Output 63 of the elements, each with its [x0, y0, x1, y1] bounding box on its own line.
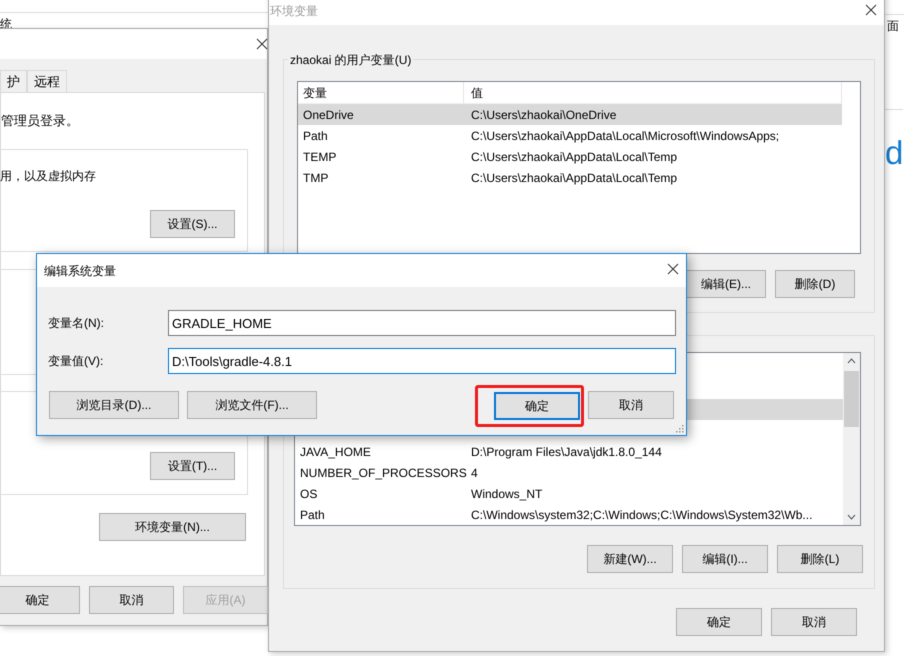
- variable-name: TMP: [302, 170, 330, 186]
- variable-value: D:\Program Files\Java\jdk1.8.0_144: [470, 444, 662, 460]
- variable-value: C:\Users\zhaokai\OneDrive: [470, 106, 616, 124]
- variable-name: OS: [299, 486, 318, 502]
- scrollbar[interactable]: [843, 353, 860, 525]
- list-row[interactable]: JAVA_HOME D:\Program Files\Java\jdk1.8.0_144: [295, 441, 843, 462]
- list-row[interactable]: Path C:\Users\zhaokai\AppData\Local\Microsoft\WindowsApps;: [298, 125, 842, 146]
- variable-name: NUMBER_OF_PROCESSORS: [299, 464, 464, 482]
- dialog-button[interactable]: 取消: [588, 391, 674, 419]
- tab[interactable]: 远程: [27, 70, 67, 93]
- close-icon[interactable]: [256, 38, 268, 50]
- window-title: 环境变量: [270, 3, 318, 20]
- column-header[interactable]: 变量: [298, 82, 464, 103]
- variable-value: C:\Users\zhaokai\AppData\Local\Microsoft\WindowsApps;: [470, 128, 780, 144]
- close-icon[interactable]: [865, 4, 877, 16]
- info-text: 管理员登录。: [1, 112, 79, 130]
- variable-value: 4: [470, 464, 478, 482]
- list-row[interactable]: NUMBER_OF_PROCESSORS 4: [295, 462, 843, 483]
- variable-name: Path: [302, 128, 329, 144]
- dialog-button[interactable]: 浏览文件(F)...: [187, 391, 317, 419]
- description-text: 用，以及虚拟内存: [0, 168, 96, 185]
- dialog-button[interactable]: 浏览目录(D)...: [49, 391, 179, 419]
- list-row[interactable]: OS Windows_NT: [295, 483, 843, 504]
- list-row[interactable]: OneDrive C:\Users\zhaokai\OneDrive: [298, 104, 842, 125]
- variable-value: C:\Users\zhaokai\AppData\Local\Temp: [470, 148, 678, 166]
- input-field[interactable]: D:\Tools\gradle-4.8.1: [168, 348, 676, 374]
- scrollbar-thumb[interactable]: [844, 371, 859, 427]
- list-row[interactable]: TEMP C:\Users\zhaokai\AppData\Local\Temp: [298, 146, 842, 167]
- window-label: 面: [887, 18, 899, 35]
- list-row[interactable]: TMP C:\Users\zhaokai\AppData\Local\Temp: [298, 167, 842, 188]
- dialog-button[interactable]: 编辑(I)...: [682, 545, 768, 573]
- column-header[interactable]: 值: [464, 82, 842, 103]
- close-icon[interactable]: [667, 263, 679, 275]
- variable-value: Windows_NT: [470, 486, 542, 502]
- dialog-button[interactable]: 删除(L): [777, 545, 863, 573]
- field-label: 变量名(N):: [48, 315, 105, 332]
- dialog-button[interactable]: 删除(D): [775, 270, 855, 298]
- tab[interactable]: 护: [0, 70, 27, 93]
- variable-value: C:\Windows\system32;C:\Windows;C:\Windows\System32\Wb...: [470, 506, 812, 524]
- variable-name: OneDrive: [302, 106, 355, 124]
- dialog-button[interactable]: 取消: [771, 608, 857, 636]
- variable-name: Path: [299, 506, 326, 524]
- logo-text: d: [885, 133, 904, 173]
- dialog-button[interactable]: 取消: [89, 586, 174, 614]
- variable-name: JAVA_HOME: [299, 444, 372, 460]
- environment-variables-button[interactable]: 环境变量(N)...: [99, 513, 246, 541]
- input-field[interactable]: GRADLE_HOME: [168, 310, 676, 336]
- window-title: 编辑系统变量: [44, 263, 116, 280]
- scroll-down-icon[interactable]: [847, 514, 856, 520]
- scroll-up-icon[interactable]: [847, 358, 856, 364]
- variable-value: C:\Users\zhaokai\AppData\Local\Temp: [470, 170, 678, 186]
- dialog-button[interactable]: 确定: [0, 586, 80, 614]
- variable-name: TEMP: [302, 148, 338, 166]
- dialog-button[interactable]: 确定: [676, 608, 762, 636]
- resize-grip-icon[interactable]: [676, 425, 684, 433]
- field-label: 变量值(V):: [48, 353, 104, 370]
- list-row[interactable]: Path C:\Windows\system32;C:\Windows;C:\Windows\System32\Wb...: [295, 504, 843, 525]
- dialog-button[interactable]: 确定: [494, 392, 580, 420]
- settings-button[interactable]: 设置(T)...: [150, 452, 235, 480]
- settings-button[interactable]: 设置(S)...: [150, 210, 235, 238]
- group-label: zhaokai 的用户变量(U): [288, 51, 414, 69]
- dialog-button[interactable]: 编辑(E)...: [686, 270, 766, 298]
- dialog-button[interactable]: 新建(W)...: [587, 545, 673, 573]
